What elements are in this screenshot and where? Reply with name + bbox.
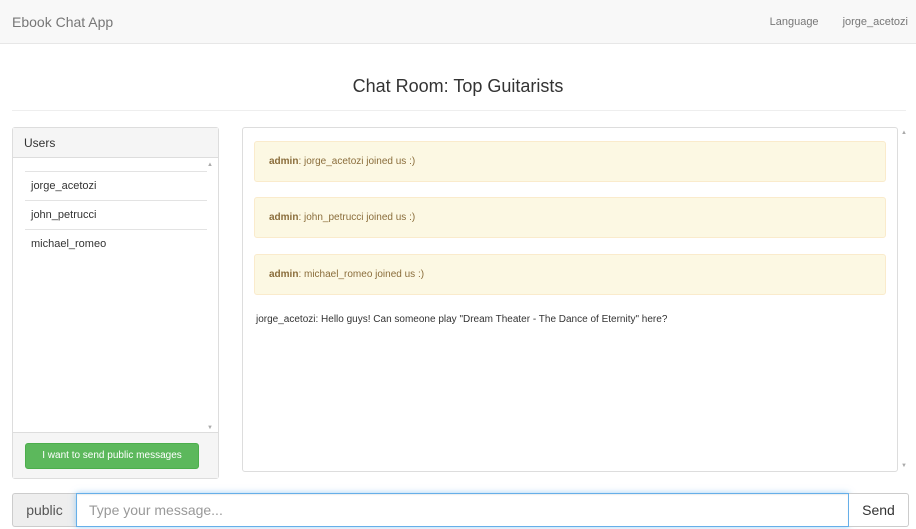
scroll-up-arrow-icon[interactable]: ▲	[207, 162, 213, 168]
users-list-scrollbar[interactable]: ▲ ▼	[206, 159, 216, 434]
users-panel: Users jorge_acetozi john_petrucci michae…	[12, 127, 219, 479]
message-sender: admin	[269, 212, 299, 223]
send-button[interactable]: Send	[849, 493, 909, 527]
user-item[interactable]: michael_romeo	[25, 229, 207, 258]
current-user-menu[interactable]: jorge_acetozi	[843, 16, 908, 28]
navbar-right-menu: Language jorge_acetozi	[770, 16, 908, 28]
messages-panel: admin: jorge_acetozi joined us :) admin:…	[242, 127, 898, 472]
chat-message: jorge_acetozi: Hello guys! Can someone p…	[256, 314, 668, 325]
page-title: Chat Room: Top Guitarists	[352, 76, 564, 96]
message-text: : jorge_acetozi joined us :)	[298, 156, 416, 167]
app-brand[interactable]: Ebook Chat App	[12, 14, 113, 30]
scroll-down-arrow-icon[interactable]: ▼	[207, 425, 213, 431]
message-mode-selector[interactable]: public	[12, 493, 76, 527]
message-sender: admin	[269, 156, 299, 167]
message-text: : john_petrucci joined us :)	[298, 212, 416, 223]
top-navbar: Ebook Chat App Language jorge_acetozi	[0, 0, 916, 44]
messages-scrollbar[interactable]: ▲ ▼	[900, 127, 910, 472]
users-panel-footer: I want to send public messages	[13, 432, 218, 478]
scroll-down-arrow-icon[interactable]: ▼	[901, 463, 907, 469]
language-menu[interactable]: Language	[770, 16, 819, 28]
users-list[interactable]: jorge_acetozi john_petrucci michael_rome…	[13, 159, 217, 433]
user-item[interactable]: john_petrucci	[25, 200, 207, 229]
message-sender: admin	[269, 269, 299, 280]
system-message: admin: john_petrucci joined us :)	[254, 197, 886, 238]
send-public-messages-button[interactable]: I want to send public messages	[25, 443, 199, 469]
message-input[interactable]	[76, 493, 849, 527]
system-message: admin: michael_romeo joined us :)	[254, 254, 886, 295]
message-text: : michael_romeo joined us :)	[298, 269, 425, 280]
scroll-up-arrow-icon[interactable]: ▲	[901, 130, 907, 136]
user-item[interactable]: jorge_acetozi	[25, 171, 207, 200]
system-message: admin: jorge_acetozi joined us :)	[254, 141, 886, 182]
message-input-bar: public Send	[12, 493, 909, 527]
users-panel-heading: Users	[13, 128, 218, 158]
title-divider	[12, 110, 906, 111]
